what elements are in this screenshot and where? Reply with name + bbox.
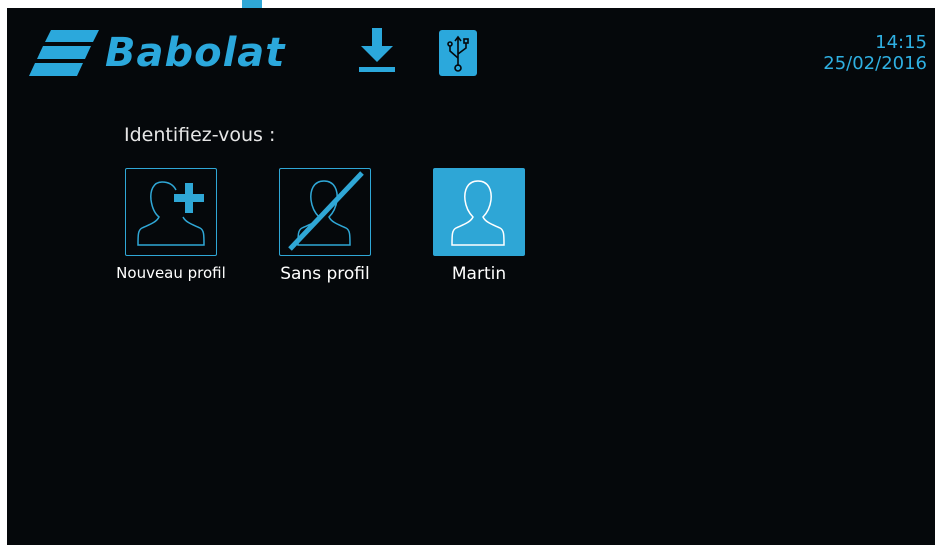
no-profile-tile[interactable] xyxy=(279,168,371,256)
identify-prompt: Identifiez-vous : xyxy=(124,124,276,146)
clock: 14:15 25/02/2016 xyxy=(823,32,927,74)
no-profile-label: Sans profil xyxy=(280,264,370,284)
clock-time: 14:15 xyxy=(875,32,927,53)
brand-name: Babolat xyxy=(105,30,286,76)
no-profile-button[interactable]: Sans profil xyxy=(250,168,400,284)
new-profile-button[interactable]: Nouveau profil xyxy=(96,168,246,282)
profile-martin-tile[interactable] xyxy=(433,168,525,256)
profile-martin-button[interactable]: Martin xyxy=(404,168,554,284)
new-profile-tile[interactable] xyxy=(125,168,217,256)
brand-logo: Babolat xyxy=(29,28,285,78)
user-icon xyxy=(451,180,505,246)
add-user-icon xyxy=(137,181,205,246)
usb-icon[interactable] xyxy=(439,30,477,76)
clock-date: 25/02/2016 xyxy=(823,53,927,74)
new-profile-label: Nouveau profil xyxy=(116,264,226,282)
profile-martin-label: Martin xyxy=(451,264,507,284)
top-indicator xyxy=(242,0,262,8)
babolat-stripes-logo-icon xyxy=(29,28,99,78)
download-icon[interactable] xyxy=(357,26,397,74)
no-user-icon xyxy=(288,171,364,251)
device-screen: Babolat 14:15 25/02/2016 Identifiez-vous xyxy=(7,8,935,545)
